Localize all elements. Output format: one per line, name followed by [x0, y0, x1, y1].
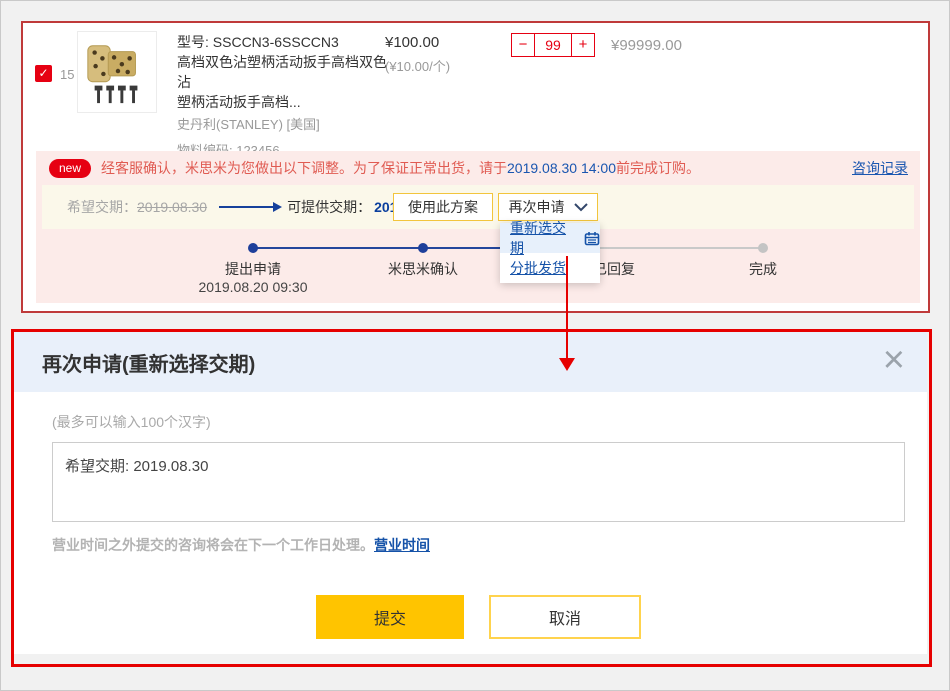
quantity-input[interactable]: 99 — [534, 33, 572, 57]
wish-date-value: 2019.08.30 — [137, 199, 207, 215]
progress-dot-2 — [418, 243, 428, 253]
minus-icon: − — [519, 36, 528, 53]
product-info: 型号: SSCCN3-6SSCCN3 高档双色沾塑柄活动扳手高档双色沾 塑柄活动… — [177, 32, 389, 161]
progress-line-pending — [593, 247, 763, 249]
quantity-minus-button[interactable]: − — [511, 33, 535, 57]
arrow-right-icon — [219, 206, 273, 208]
annotation-arrow-line — [566, 256, 568, 359]
product-description-line2: 塑柄活动扳手高档... — [177, 92, 389, 112]
menu-item-reselect-date[interactable]: 重新选交期 — [500, 223, 600, 253]
close-icon[interactable]: × — [883, 341, 905, 379]
product-model: 型号: SSCCN3-6SSCCN3 — [177, 32, 389, 52]
menu-item-split-shipment[interactable]: 分批发货 — [500, 253, 600, 283]
progress-step-1-label: 提出申请 — [183, 259, 323, 279]
delivery-date-textarea[interactable]: 希望交期: 2019.08.30 — [52, 442, 905, 522]
notice-row: new 经客服确认，米思米为您做出以下调整。为了保证正常出货，请于2019.08… — [36, 151, 920, 185]
progress-dot-4 — [758, 243, 768, 253]
modal-body: (最多可以输入100个汉字) 希望交期: 2019.08.30 营业时间之外提交… — [14, 392, 927, 639]
progress-step-4-label: 完成 — [693, 259, 833, 279]
reapply-dropdown-menu: 重新选交期 分批发货 — [500, 223, 600, 283]
cancel-button[interactable]: 取消 — [489, 595, 641, 639]
modal-header: 再次申请(重新选择交期) × — [14, 332, 927, 392]
unit-price-per: (¥10.00/个) — [385, 56, 450, 75]
row-checkbox[interactable]: ✓ — [35, 65, 52, 82]
menu-item-reselect-date-label: 重新选交期 — [510, 218, 579, 258]
quantity-stepper: − 99 + — [511, 33, 595, 57]
new-badge: new — [49, 159, 91, 178]
product-description-line1: 高档双色沾塑柄活动扳手高档双色沾 — [177, 52, 389, 92]
calendar-icon — [584, 231, 600, 246]
adjustment-notice: new 经客服确认，米思米为您做出以下调整。为了保证正常出货，请于2019.08… — [36, 151, 920, 303]
reapply-dropdown-button[interactable]: 再次申请 — [498, 193, 598, 221]
progress-step-1-date: 2019.08.20 09:30 — [173, 279, 333, 295]
modal-buttons: 提交 取消 — [52, 595, 891, 639]
offer-date-label: 可提供交期： — [287, 197, 371, 217]
product-row-card: ✓ 15 型号: SSCCN3-6SSCCN3 — [21, 21, 930, 313]
inquiry-history-link[interactable]: 咨询记录 — [852, 158, 908, 178]
annotation-arrow-down-icon — [559, 358, 575, 371]
notice-message: 经客服确认，米思米为您做出以下调整。为了保证正常出货，请于2019.08.30 … — [101, 158, 700, 178]
order-adjustment-screen: ✓ 15 型号: SSCCN3-6SSCCN3 — [0, 0, 950, 691]
progress-dot-1 — [248, 243, 258, 253]
business-hours-note-text: 营业时间之外提交的咨询将会在下一个工作日处理。 — [52, 537, 374, 553]
product-brand: 史丹利(STANLEY) [美国] — [177, 115, 389, 135]
wish-date-label: 希望交期： — [67, 199, 137, 215]
proposal-row: 希望交期：2019.08.30 可提供交期： 2019.09.05 使用此方案 … — [42, 185, 914, 229]
chevron-down-icon — [574, 203, 588, 212]
use-plan-button[interactable]: 使用此方案 — [393, 193, 493, 221]
notice-deadline: 2019.08.30 14:00 — [507, 160, 616, 176]
quantity-plus-button[interactable]: + — [571, 33, 595, 57]
row-number: 15 — [60, 67, 74, 82]
submit-button[interactable]: 提交 — [316, 595, 464, 639]
notice-message-suffix: 前完成订购。 — [616, 160, 700, 176]
modal-title: 再次申请(重新选择交期) — [42, 348, 255, 377]
unit-price-block: ¥100.00 (¥10.00/个) — [385, 34, 450, 75]
unit-price: ¥100.00 — [385, 34, 450, 51]
wish-date-text: 希望交期：2019.08.30 — [67, 197, 207, 217]
checkbox-check-icon: ✓ — [38, 66, 48, 80]
business-hours-note: 营业时间之外提交的咨询将会在下一个工作日处理。营业时间 — [52, 535, 891, 555]
input-limit-hint: (最多可以输入100个汉字) — [52, 412, 891, 432]
plus-icon: + — [579, 36, 588, 53]
total-price: ¥99999.00 — [611, 37, 682, 54]
product-thumbnail-graphic — [82, 37, 152, 107]
menu-item-split-shipment-label: 分批发货 — [510, 258, 566, 278]
reapply-button-label: 再次申请 — [509, 197, 565, 217]
reapply-modal: 再次申请(重新选择交期) × (最多可以输入100个汉字) 希望交期: 2019… — [14, 332, 927, 654]
product-image[interactable] — [77, 31, 157, 113]
progress-step-2-label: 米思米确认 — [353, 259, 493, 279]
business-hours-link[interactable]: 营业时间 — [374, 537, 430, 553]
notice-message-prefix: 经客服确认，米思米为您做出以下调整。为了保证正常出货，请于 — [101, 160, 507, 176]
